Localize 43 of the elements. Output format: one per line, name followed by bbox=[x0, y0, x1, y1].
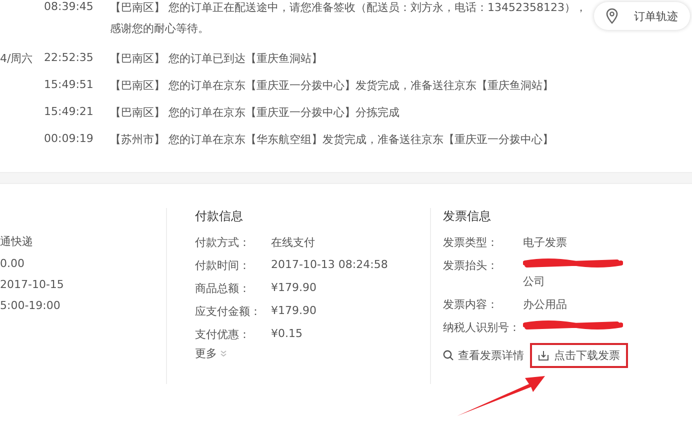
field-value: ¥179.90 bbox=[271, 304, 318, 319]
field-value: 在线支付 bbox=[271, 235, 316, 250]
field-value: ¥0.15 bbox=[271, 327, 304, 342]
tracking-message: 感谢您的耐心等待。 bbox=[110, 21, 210, 36]
field-value: 电子发票 bbox=[523, 235, 568, 250]
tracking-message: 【巴南区】 您的订单正在配送途中，请您准备签收（配送员：刘方永，电话：13452358123）， bbox=[110, 0, 588, 15]
field-label: 商品总额： bbox=[195, 281, 251, 296]
section-title: 发票信息 bbox=[443, 208, 492, 225]
location-pin-icon bbox=[606, 8, 618, 24]
field-label: 发票内容： bbox=[443, 297, 499, 312]
tracking-message: 【巴南区】 您的订单已到达【重庆鱼洞站】 bbox=[110, 51, 324, 66]
tracking-time: 22:52:35 bbox=[44, 51, 94, 66]
field-value: 2017-10-13 08:24:58 bbox=[271, 258, 389, 273]
field-value: 办公用品 bbox=[523, 297, 568, 312]
tracking-date: 4/周六 bbox=[0, 52, 33, 65]
tracking-time: 08:39:45 bbox=[44, 0, 94, 15]
section-title: 付款信息 bbox=[195, 208, 244, 225]
tracking-message: 【巴南区】 您的订单在京东【重庆亚一分拨中心】分拣完成 bbox=[110, 105, 400, 120]
field-label: 支付优惠： bbox=[195, 327, 251, 342]
tracking-time: 00:09:19 bbox=[44, 132, 94, 147]
delivery-value: 5:00-19:00 bbox=[0, 299, 62, 312]
order-track-button[interactable]: 订单轨迹 bbox=[594, 2, 690, 30]
delivery-value: 通快递 bbox=[0, 234, 34, 249]
download-icon bbox=[538, 350, 549, 361]
delivery-value: 0.00 bbox=[0, 257, 26, 270]
chevron-down-icon bbox=[220, 350, 227, 357]
download-invoice-button[interactable]: 点击下载发票 bbox=[530, 343, 628, 368]
view-invoice-link[interactable]: 查看发票详情 bbox=[443, 348, 524, 363]
tracking-time: 15:49:21 bbox=[44, 105, 94, 120]
field-value: ¥179.90 bbox=[271, 281, 318, 296]
more-link[interactable]: 更多 bbox=[195, 346, 430, 361]
field-label: 应支付金额： bbox=[195, 304, 262, 319]
delivery-value: 2017-10-15 bbox=[0, 278, 65, 291]
search-icon bbox=[443, 350, 454, 361]
field-label: 纳税人识别号： bbox=[443, 320, 521, 335]
tracking-message: 【苏州市】 您的订单在京东【华东航空组】发货完成，准备送往京东【重庆亚一分拨中心】 bbox=[110, 132, 554, 147]
tracking-time: 15:49:51 bbox=[44, 78, 94, 93]
field-label: 发票类型： bbox=[443, 235, 499, 250]
field-label: 付款时间： bbox=[195, 258, 251, 273]
field-label: 付款方式： bbox=[195, 235, 251, 250]
field-label: 发票抬头： bbox=[443, 258, 499, 274]
tracking-message: 【巴南区】 您的订单在京东【重庆亚一分拨中心】发货完成，准备送往京东【重庆鱼洞站】 bbox=[110, 78, 554, 93]
field-value: 公司 bbox=[523, 274, 546, 289]
